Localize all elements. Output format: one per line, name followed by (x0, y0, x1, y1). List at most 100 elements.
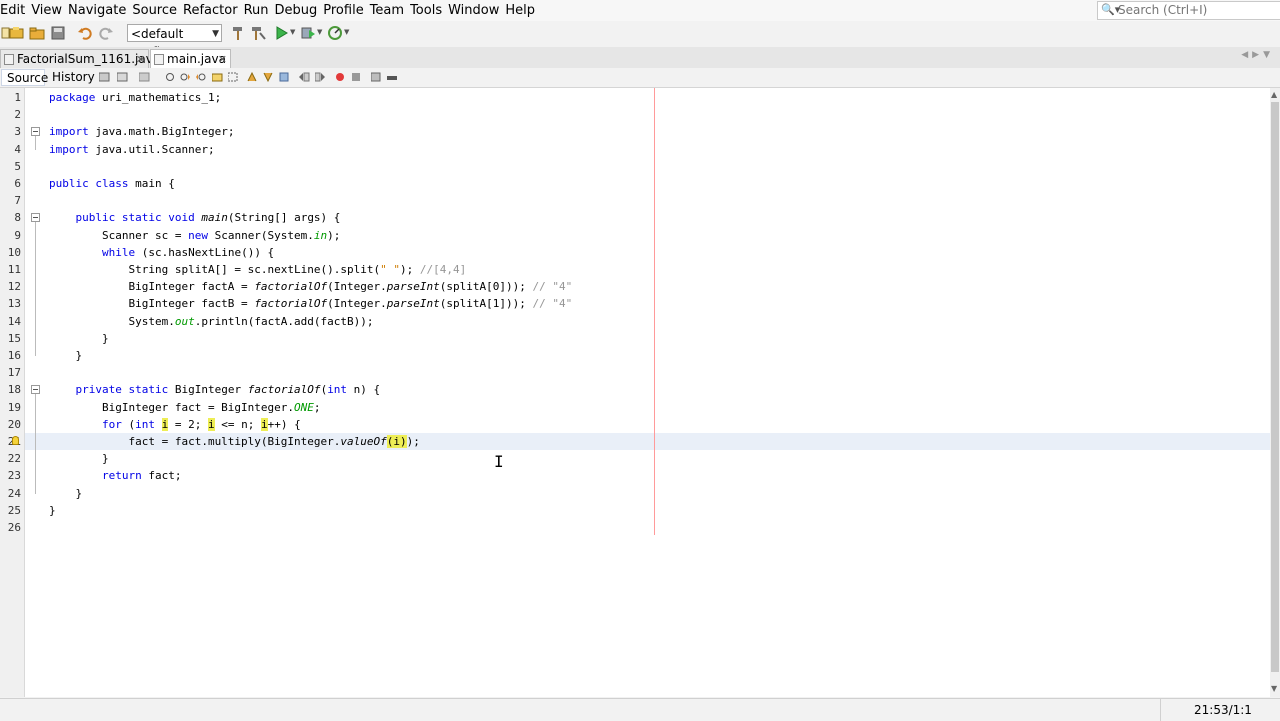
java-file-icon (154, 54, 164, 65)
uncomment-icon[interactable] (387, 72, 398, 82)
previous-bookmark-icon[interactable] (247, 72, 258, 82)
main-toolbar: <default confi... ▼ ▼ ▼ ▼ (0, 21, 1280, 59)
search-input[interactable] (1118, 2, 1278, 18)
code-line[interactable]: BigInteger fact = BigInteger.ONE; (49, 399, 321, 416)
code-line[interactable]: return fact; (49, 467, 182, 484)
menu-refactor[interactable]: Refactor (180, 2, 241, 19)
line-number: 22 (7, 452, 21, 466)
code-line[interactable]: } (49, 485, 82, 502)
code-line[interactable]: BigInteger factA = factorialOf(Integer.p… (49, 278, 572, 295)
tab-scroll-arrows[interactable]: ◀▶▼ (1241, 50, 1274, 60)
code-line[interactable]: private static BigInteger factorialOf(in… (49, 381, 381, 398)
shift-left-icon[interactable] (299, 72, 310, 82)
code-line[interactable]: public class main { (49, 175, 175, 192)
open-project-icon[interactable] (29, 25, 45, 41)
line-number: 23 (7, 469, 21, 483)
text-cursor-icon: I (494, 452, 504, 471)
code-line[interactable]: System.out.println(factA.add(factB)); (49, 313, 373, 330)
fold-guide (35, 394, 36, 494)
fold-toggle-icon[interactable] (31, 127, 40, 137)
search-box[interactable]: 🔍▾ (1097, 1, 1280, 20)
menu-profile[interactable]: Profile (320, 2, 366, 19)
menu-window[interactable]: Window (445, 2, 502, 19)
debug-icon[interactable] (300, 25, 316, 41)
hint-lightbulb-icon[interactable] (12, 436, 19, 445)
menu-tools[interactable]: Tools (407, 2, 445, 19)
code-line[interactable]: fact = fact.multiply(BigInteger.valueOf(… (49, 433, 420, 450)
close-icon[interactable]: ✕ (218, 50, 227, 69)
forward-icon[interactable] (139, 72, 150, 82)
profile-dropdown-icon[interactable]: ▼ (344, 28, 349, 36)
tab-factorialsum[interactable]: FactorialSum_1161.java ✕ (0, 49, 160, 69)
code-line[interactable]: public static void main(String[] args) { (49, 209, 341, 226)
menu-run[interactable]: Run (241, 2, 272, 19)
find-previous-icon[interactable] (180, 72, 191, 82)
configuration-select[interactable]: <default confi... ▼ (127, 24, 222, 59)
find-next-icon[interactable] (196, 72, 207, 82)
menu-navigate[interactable]: Navigate (65, 2, 129, 19)
toggle-bookmark-icon[interactable] (279, 72, 290, 82)
menu-view[interactable]: View (28, 2, 65, 19)
fold-guide (35, 222, 36, 356)
code-line[interactable]: BigInteger factB = factorialOf(Integer.p… (49, 295, 572, 312)
profile-icon[interactable] (327, 25, 343, 41)
code-line[interactable]: } (49, 330, 109, 347)
menu-team[interactable]: Team (367, 2, 407, 19)
code-line[interactable]: } (49, 347, 82, 364)
code-line[interactable]: import java.util.Scanner; (49, 141, 215, 158)
status-bar: 21:53/1:1 (0, 698, 1280, 721)
fold-toggle-icon[interactable] (31, 385, 40, 395)
line-number: 1 (14, 91, 21, 104)
run-dropdown-icon[interactable]: ▼ (290, 28, 295, 36)
build-hammer-icon[interactable] (230, 25, 246, 41)
line-number: 20 (7, 417, 21, 431)
next-bookmark-icon[interactable] (263, 72, 274, 82)
editor-toolbar: Source History (0, 68, 1280, 88)
scroll-down-icon[interactable]: ▼ (1271, 684, 1277, 693)
redo-icon[interactable] (98, 25, 114, 41)
line-number: 26 (7, 521, 21, 534)
history-tab[interactable]: History (47, 69, 100, 86)
undo-icon[interactable] (77, 25, 93, 41)
menu-debug[interactable]: Debug (272, 2, 321, 19)
code-line[interactable]: String splitA[] = sc.nextLine().split(" … (49, 261, 466, 278)
menu-edit[interactable]: Edit (0, 2, 28, 19)
menu-bar: Edit View Navigate Source Refactor Run Debug Pr… (0, 0, 1280, 21)
code-line[interactable]: } (49, 502, 56, 519)
line-number: 11 (7, 263, 21, 276)
start-macro-recording-icon[interactable] (335, 72, 346, 82)
scroll-up-icon[interactable]: ▲ (1271, 90, 1277, 99)
code-line[interactable]: } (49, 450, 109, 467)
code-line[interactable]: for (int i = 2; i <= n; i++) { (49, 416, 301, 433)
find-selection-icon[interactable] (165, 72, 176, 82)
stop-macro-recording-icon[interactable] (351, 72, 362, 82)
tab-main[interactable]: main.java ✕ (150, 49, 231, 68)
last-edit-icon[interactable] (99, 72, 110, 82)
line-number: 12 (7, 280, 21, 294)
run-icon[interactable] (274, 25, 290, 41)
save-all-icon[interactable] (50, 25, 66, 41)
close-icon[interactable]: ✕ (136, 50, 145, 69)
line-number: 3 (14, 125, 21, 139)
new-project-icon[interactable] (9, 25, 25, 41)
shift-right-icon[interactable] (315, 72, 326, 82)
menu-source[interactable]: Source (129, 2, 180, 19)
line-number: 19 (7, 400, 21, 414)
vertical-scrollbar[interactable]: ▲ ▼ (1270, 88, 1280, 697)
toggle-rectangular-selection-icon[interactable] (228, 72, 239, 82)
code-line[interactable]: import java.math.BigInteger; (49, 123, 234, 140)
scrollbar-thumb[interactable] (1271, 102, 1279, 672)
comment-icon[interactable] (371, 72, 382, 82)
line-number: 2 (14, 108, 21, 122)
back-icon[interactable] (117, 72, 128, 82)
fold-toggle-icon[interactable] (31, 213, 40, 223)
debug-dropdown-icon[interactable]: ▼ (317, 28, 322, 36)
source-tab[interactable]: Source (1, 69, 48, 86)
code-line[interactable]: Scanner sc = new Scanner(System.in); (49, 227, 340, 244)
toggle-highlight-icon[interactable] (212, 72, 223, 82)
line-number: 17 (7, 366, 21, 380)
menu-help[interactable]: Help (502, 2, 538, 19)
clean-build-icon[interactable] (250, 25, 266, 41)
code-line[interactable]: while (sc.hasNextLine()) { (49, 244, 274, 261)
code-line[interactable]: package uri_mathematics_1; (49, 89, 221, 106)
